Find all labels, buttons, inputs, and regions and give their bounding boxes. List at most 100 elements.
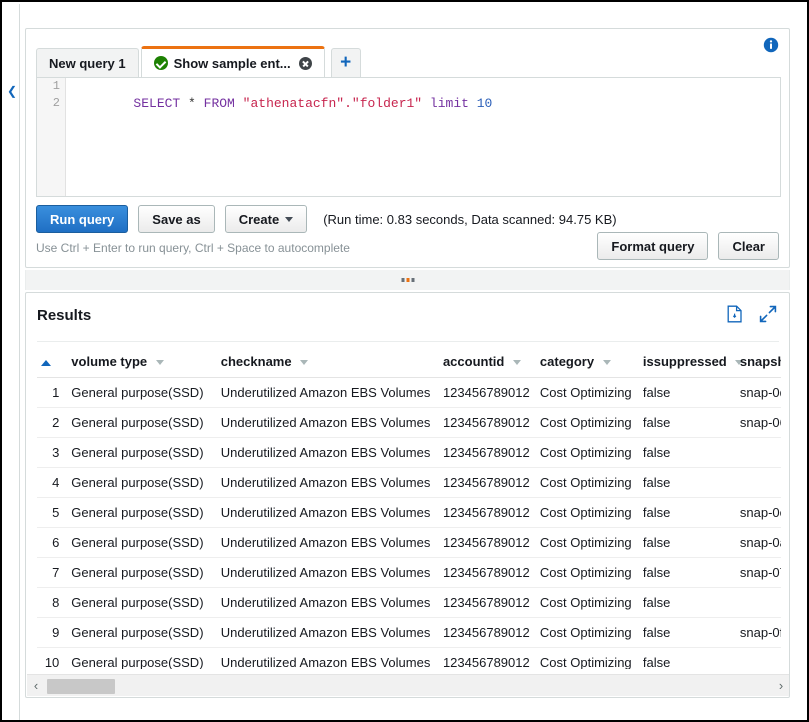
- column-header-snapshot[interactable]: snapshot: [736, 349, 781, 378]
- cell-snapshot: snap-0ff6: [736, 618, 781, 648]
- table-row[interactable]: 6General purpose(SSD)Underutilized Amazo…: [37, 528, 781, 558]
- table-row[interactable]: 1General purpose(SSD)Underutilized Amazo…: [37, 378, 781, 408]
- chevron-left-icon[interactable]: ❮: [7, 82, 17, 100]
- query-editor-panel: New query 1 Show sample ent... + 1 2 SEL…: [25, 28, 790, 268]
- cell-accountid: 123456789012: [439, 618, 536, 648]
- clear-button[interactable]: Clear: [718, 232, 779, 260]
- cell-accountid: 123456789012: [439, 498, 536, 528]
- cell-issuppressed: false: [639, 648, 736, 670]
- editor-button-row: Run query Save as Create (Run time: 0.83…: [36, 205, 617, 233]
- sort-ascending-icon: [41, 360, 51, 366]
- table-row[interactable]: 2General purpose(SSD)Underutilized Amazo…: [37, 408, 781, 438]
- add-query-tab-button[interactable]: +: [331, 48, 361, 77]
- query-tab-new-query-1[interactable]: New query 1: [36, 48, 139, 77]
- table-row[interactable]: 10General purpose(SSD)Underutilized Amaz…: [37, 648, 781, 670]
- editor-right-buttons: Format query Clear: [587, 232, 779, 260]
- cell-volume-type: General purpose(SSD): [67, 408, 216, 438]
- column-header-checkname[interactable]: checkname: [217, 349, 439, 378]
- row-index: 8: [37, 588, 67, 618]
- cell-volume-type: General purpose(SSD): [67, 528, 216, 558]
- cell-accountid: 123456789012: [439, 648, 536, 670]
- cell-accountid: 123456789012: [439, 408, 536, 438]
- info-circle-icon[interactable]: [763, 37, 779, 53]
- gutter-line-number: 2: [37, 95, 65, 112]
- cell-category: Cost Optimizing: [536, 528, 639, 558]
- clear-label: Clear: [732, 239, 765, 254]
- cell-category: Cost Optimizing: [536, 498, 639, 528]
- query-tab-show-sample-entries[interactable]: Show sample ent...: [141, 46, 325, 77]
- save-as-button[interactable]: Save as: [138, 205, 214, 233]
- row-index: 5: [37, 498, 67, 528]
- cell-snapshot: [736, 468, 781, 498]
- cell-snapshot: [736, 438, 781, 468]
- format-query-button[interactable]: Format query: [597, 232, 708, 260]
- cell-checkname: Underutilized Amazon EBS Volumes: [217, 468, 439, 498]
- column-header-category[interactable]: category: [536, 349, 639, 378]
- table-row[interactable]: 8General purpose(SSD)Underutilized Amazo…: [37, 588, 781, 618]
- column-header-issuppressed[interactable]: issuppressed: [639, 349, 736, 378]
- panel-splitter[interactable]: [25, 270, 790, 290]
- column-header-accountid[interactable]: accountid: [439, 349, 536, 378]
- column-header-volume-type[interactable]: volume type: [67, 349, 216, 378]
- close-circle-icon[interactable]: [299, 57, 312, 70]
- cell-checkname: Underutilized Amazon EBS Volumes: [217, 528, 439, 558]
- column-label: snapshot: [740, 354, 781, 369]
- table-row[interactable]: 4General purpose(SSD)Underutilized Amazo…: [37, 468, 781, 498]
- scroll-left-arrow-icon[interactable]: ‹: [27, 676, 45, 696]
- cell-accountid: 123456789012: [439, 528, 536, 558]
- cell-checkname: Underutilized Amazon EBS Volumes: [217, 378, 439, 408]
- cell-issuppressed: false: [639, 618, 736, 648]
- cell-issuppressed: false: [639, 498, 736, 528]
- plus-icon: +: [340, 52, 351, 74]
- format-query-label: Format query: [611, 239, 694, 254]
- download-file-icon[interactable]: [727, 305, 743, 323]
- cell-issuppressed: false: [639, 558, 736, 588]
- column-header-sort-indicator[interactable]: [37, 349, 67, 378]
- cell-category: Cost Optimizing: [536, 468, 639, 498]
- row-index: 6: [37, 528, 67, 558]
- results-table-scroll-area: volume type checkname accountid cat: [37, 349, 781, 669]
- sql-token-keyword: SELECT: [133, 96, 180, 111]
- row-index: 4: [37, 468, 67, 498]
- cell-accountid: 123456789012: [439, 558, 536, 588]
- scrollbar-track[interactable]: [45, 676, 772, 696]
- cell-category: Cost Optimizing: [536, 588, 639, 618]
- results-table-body: 1General purpose(SSD)Underutilized Amazo…: [37, 378, 781, 670]
- sql-token-string: "athenatacfn"."folder1": [243, 96, 422, 111]
- query-tab-label: New query 1: [49, 56, 126, 71]
- cell-category: Cost Optimizing: [536, 618, 639, 648]
- sql-code-line[interactable]: SELECT * FROM "athenatacfn"."folder1" li…: [71, 78, 492, 129]
- column-label: volume type: [71, 354, 147, 369]
- cell-issuppressed: false: [639, 528, 736, 558]
- sql-editor[interactable]: 1 2 SELECT * FROM "athenatacfn"."folder1…: [36, 77, 781, 197]
- chevron-down-icon: [513, 360, 521, 365]
- cell-snapshot: snap-0d4: [736, 378, 781, 408]
- sql-token-number: 10: [477, 96, 493, 111]
- cell-snapshot: [736, 648, 781, 670]
- horizontal-scrollbar[interactable]: ‹ ›: [27, 674, 790, 696]
- results-divider: [37, 341, 779, 342]
- scroll-right-arrow-icon[interactable]: ›: [772, 676, 790, 696]
- query-tab-label: Show sample ent...: [174, 56, 291, 71]
- table-row[interactable]: 3General purpose(SSD)Underutilized Amazo…: [37, 438, 781, 468]
- run-query-button[interactable]: Run query: [36, 205, 128, 233]
- cell-issuppressed: false: [639, 468, 736, 498]
- create-label: Create: [239, 212, 279, 227]
- table-header-row: volume type checkname accountid cat: [37, 349, 781, 378]
- cell-issuppressed: false: [639, 438, 736, 468]
- scrollbar-thumb[interactable]: [47, 679, 115, 694]
- create-dropdown-button[interactable]: Create: [225, 205, 307, 233]
- cell-accountid: 123456789012: [439, 468, 536, 498]
- sql-token-keyword: FROM: [204, 96, 235, 111]
- cell-snapshot: snap-0a5: [736, 528, 781, 558]
- run-query-label: Run query: [50, 212, 114, 227]
- expand-diagonal-icon[interactable]: [759, 305, 777, 323]
- cell-category: Cost Optimizing: [536, 558, 639, 588]
- table-row[interactable]: 9General purpose(SSD)Underutilized Amazo…: [37, 618, 781, 648]
- cell-volume-type: General purpose(SSD): [67, 468, 216, 498]
- drag-handle-icon: [401, 278, 414, 282]
- column-label: accountid: [443, 354, 504, 369]
- table-row[interactable]: 7General purpose(SSD)Underutilized Amazo…: [37, 558, 781, 588]
- cell-checkname: Underutilized Amazon EBS Volumes: [217, 618, 439, 648]
- table-row[interactable]: 5General purpose(SSD)Underutilized Amazo…: [37, 498, 781, 528]
